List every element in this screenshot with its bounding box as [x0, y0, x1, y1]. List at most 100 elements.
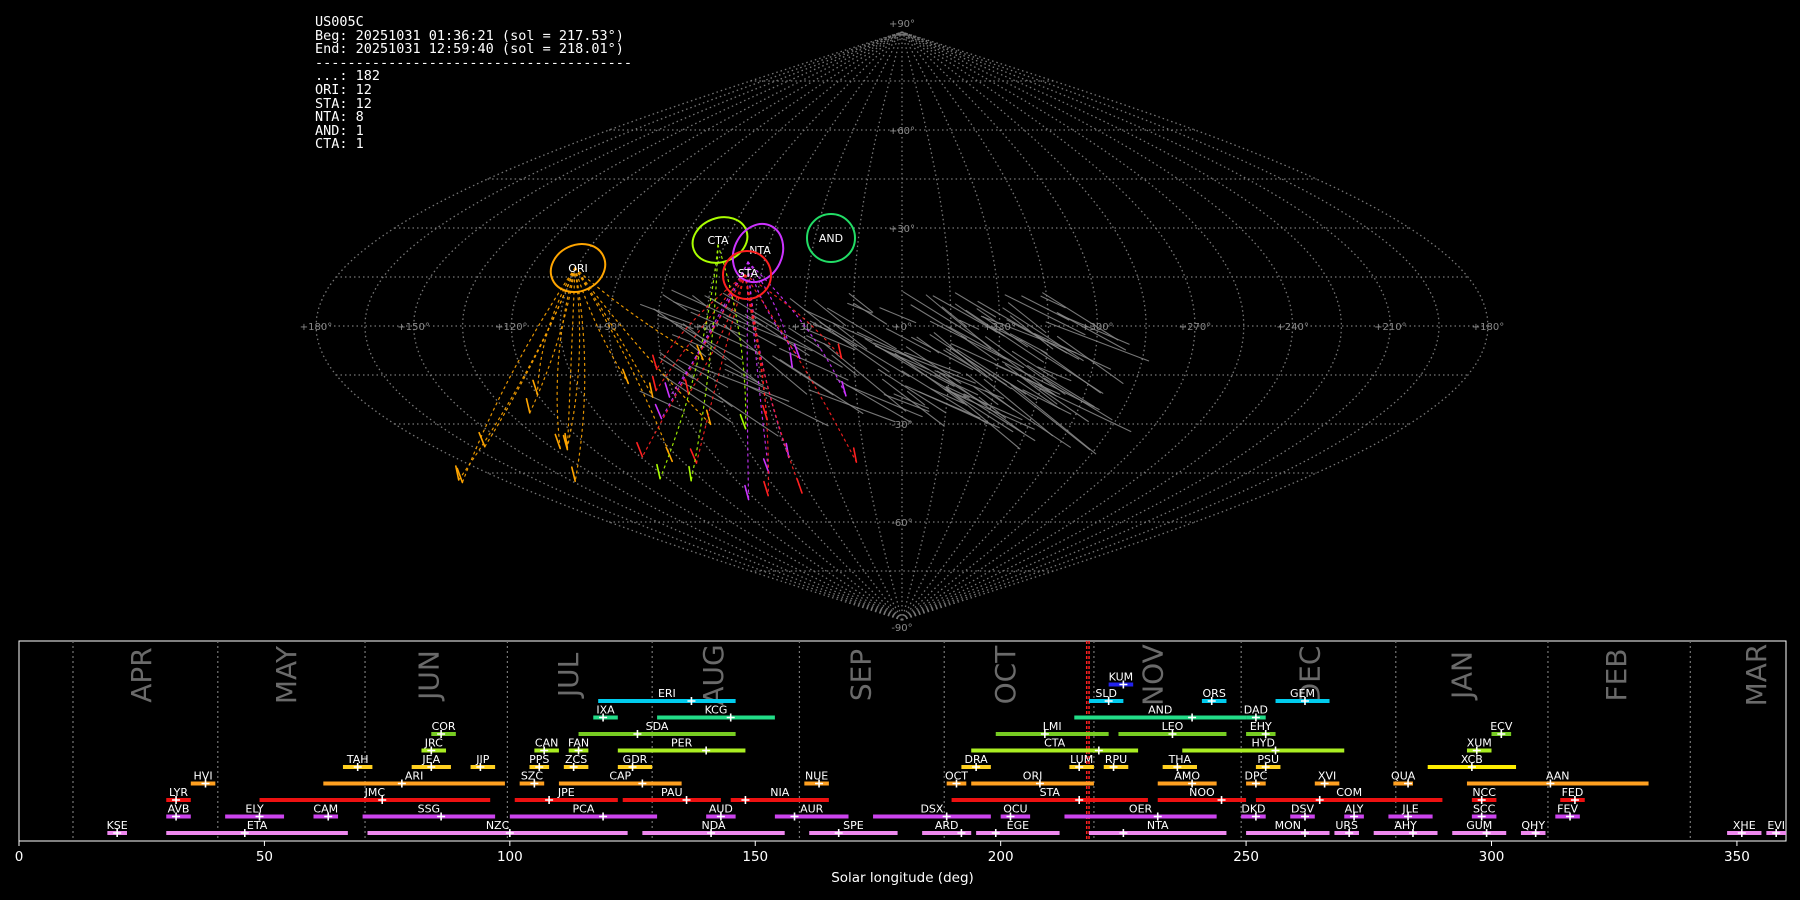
shower-label: JIP [475, 753, 489, 766]
month-label: APR [125, 647, 158, 703]
shower-label: FEV [1557, 803, 1578, 816]
month-label: NOV [1136, 644, 1169, 706]
shower-label: ZCS [565, 753, 587, 766]
x-axis-label: Solar longitude (deg) [831, 870, 974, 886]
shower-label: FED [1562, 786, 1584, 799]
shower-label: SCC [1473, 803, 1496, 816]
shower-label: PAU [661, 786, 683, 799]
shower-label: JLE [1401, 803, 1418, 816]
shower-label: THA [1168, 753, 1192, 766]
shower-label: EVI [1767, 819, 1785, 832]
shower-label: MON [1275, 819, 1301, 832]
shower-label: ETA [247, 819, 268, 832]
shower-label: SDA [646, 720, 669, 733]
shower-label: URS [1335, 819, 1358, 832]
shower-label: NZC [486, 819, 510, 832]
month-label: AUG [697, 644, 730, 705]
shower-label: STA [1040, 786, 1061, 799]
shower-label: LMI [1043, 720, 1062, 733]
shower-label: LEO [1162, 720, 1184, 733]
shower-label: GEM [1290, 687, 1315, 700]
shower-label: ELY [245, 803, 264, 816]
month-label: JUL [552, 652, 585, 699]
shower-label: SPE [843, 819, 864, 832]
month-label: JUN [412, 650, 445, 702]
shower-label: HVI [194, 770, 213, 783]
month-label: FEB [1600, 648, 1633, 701]
shower-label: AAN [1546, 770, 1570, 783]
shower-label: XVI [1318, 770, 1336, 783]
shower-label: ERI [658, 687, 676, 700]
shower-label: AUR [800, 803, 824, 816]
shower-label: SSG [418, 803, 441, 816]
shower-label: JPE [557, 786, 575, 799]
shower-label: ORS [1203, 687, 1226, 700]
shower-label: SZC [521, 770, 544, 783]
shower-label: PER [671, 737, 693, 750]
shower-label: OCU [1003, 803, 1027, 816]
shower-label: ALY [1345, 803, 1364, 816]
x-tick-label: 0 [15, 849, 24, 865]
shower-label: GUM [1466, 819, 1492, 832]
shower-label: ECV [1490, 720, 1513, 733]
shower-label: NCC [1472, 786, 1496, 799]
shower-label: LUM [1070, 753, 1093, 766]
shower-timeline: APR MAY JUN JUL AUG SEP OCT NOV DEC JAN FEB MARKSE E… [15, 640, 1787, 886]
shower-label: XUM [1467, 737, 1492, 750]
shower-label: ARI [405, 770, 423, 783]
shower-label: RPU [1105, 753, 1127, 766]
shower-label: DRA [965, 753, 989, 766]
shower-label: NIA [770, 786, 789, 799]
shower-label: AVB [168, 803, 190, 816]
shower-label: COR [432, 720, 456, 733]
shower-label: JRC [424, 737, 443, 750]
x-tick-label: 200 [988, 849, 1014, 865]
shower-label: JMC [364, 786, 386, 799]
shower-label: DSV [1291, 803, 1314, 816]
shower-label: NDA [702, 819, 727, 832]
x-tick-label: 350 [1724, 849, 1750, 865]
shower-label: PCA [573, 803, 595, 816]
x-tick-label: 300 [1479, 849, 1505, 865]
month-label: MAY [270, 645, 303, 704]
shower-label: DKD [1241, 803, 1265, 816]
shower-label: EHY [1250, 720, 1272, 733]
shower-label: OER [1129, 803, 1153, 816]
shower-label: DPC [1245, 770, 1268, 783]
shower-label: SLD [1095, 687, 1117, 700]
shower-label: AHY [1394, 819, 1417, 832]
shower-label: KCG [705, 704, 728, 717]
shower-label: AUD [709, 803, 733, 816]
x-tick-label: 100 [497, 849, 523, 865]
month-label: SEP [844, 649, 877, 701]
shower-label: KSE [107, 819, 128, 832]
shower-label: QUA [1391, 770, 1416, 783]
shower-label: COM [1336, 786, 1362, 799]
shower-label: GDR [623, 753, 648, 766]
shower-label: PPS [529, 753, 549, 766]
shower-label: AND [1148, 704, 1172, 717]
shower-label: XHE [1733, 819, 1756, 832]
shower-label: PSU [1257, 753, 1279, 766]
shower-label: KUM [1109, 671, 1133, 684]
month-label: OCT [989, 645, 1022, 705]
shower-label: NOO [1189, 786, 1215, 799]
shower-label: CTA [1044, 737, 1066, 750]
shower-label: DAD [1244, 704, 1268, 717]
shower-label: JEA [421, 753, 440, 766]
shower-label: CAM [313, 803, 338, 816]
shower-label: ARD [935, 819, 959, 832]
x-tick-label: 50 [256, 849, 273, 865]
shower-label: CAP [609, 770, 631, 783]
shower-label: XCB [1461, 753, 1483, 766]
shower-label: EGE [1007, 819, 1029, 832]
shower-label: IXA [596, 704, 615, 717]
shower-label: AMO [1174, 770, 1200, 783]
shower-label: NUE [805, 770, 828, 783]
month-label: JAN [1446, 651, 1479, 701]
x-tick-label: 150 [742, 849, 768, 865]
x-tick-label: 250 [1233, 849, 1259, 865]
shower-label: DSX [920, 803, 943, 816]
shower-label: OCT [945, 770, 968, 783]
shower-label: QHY [1521, 819, 1545, 832]
